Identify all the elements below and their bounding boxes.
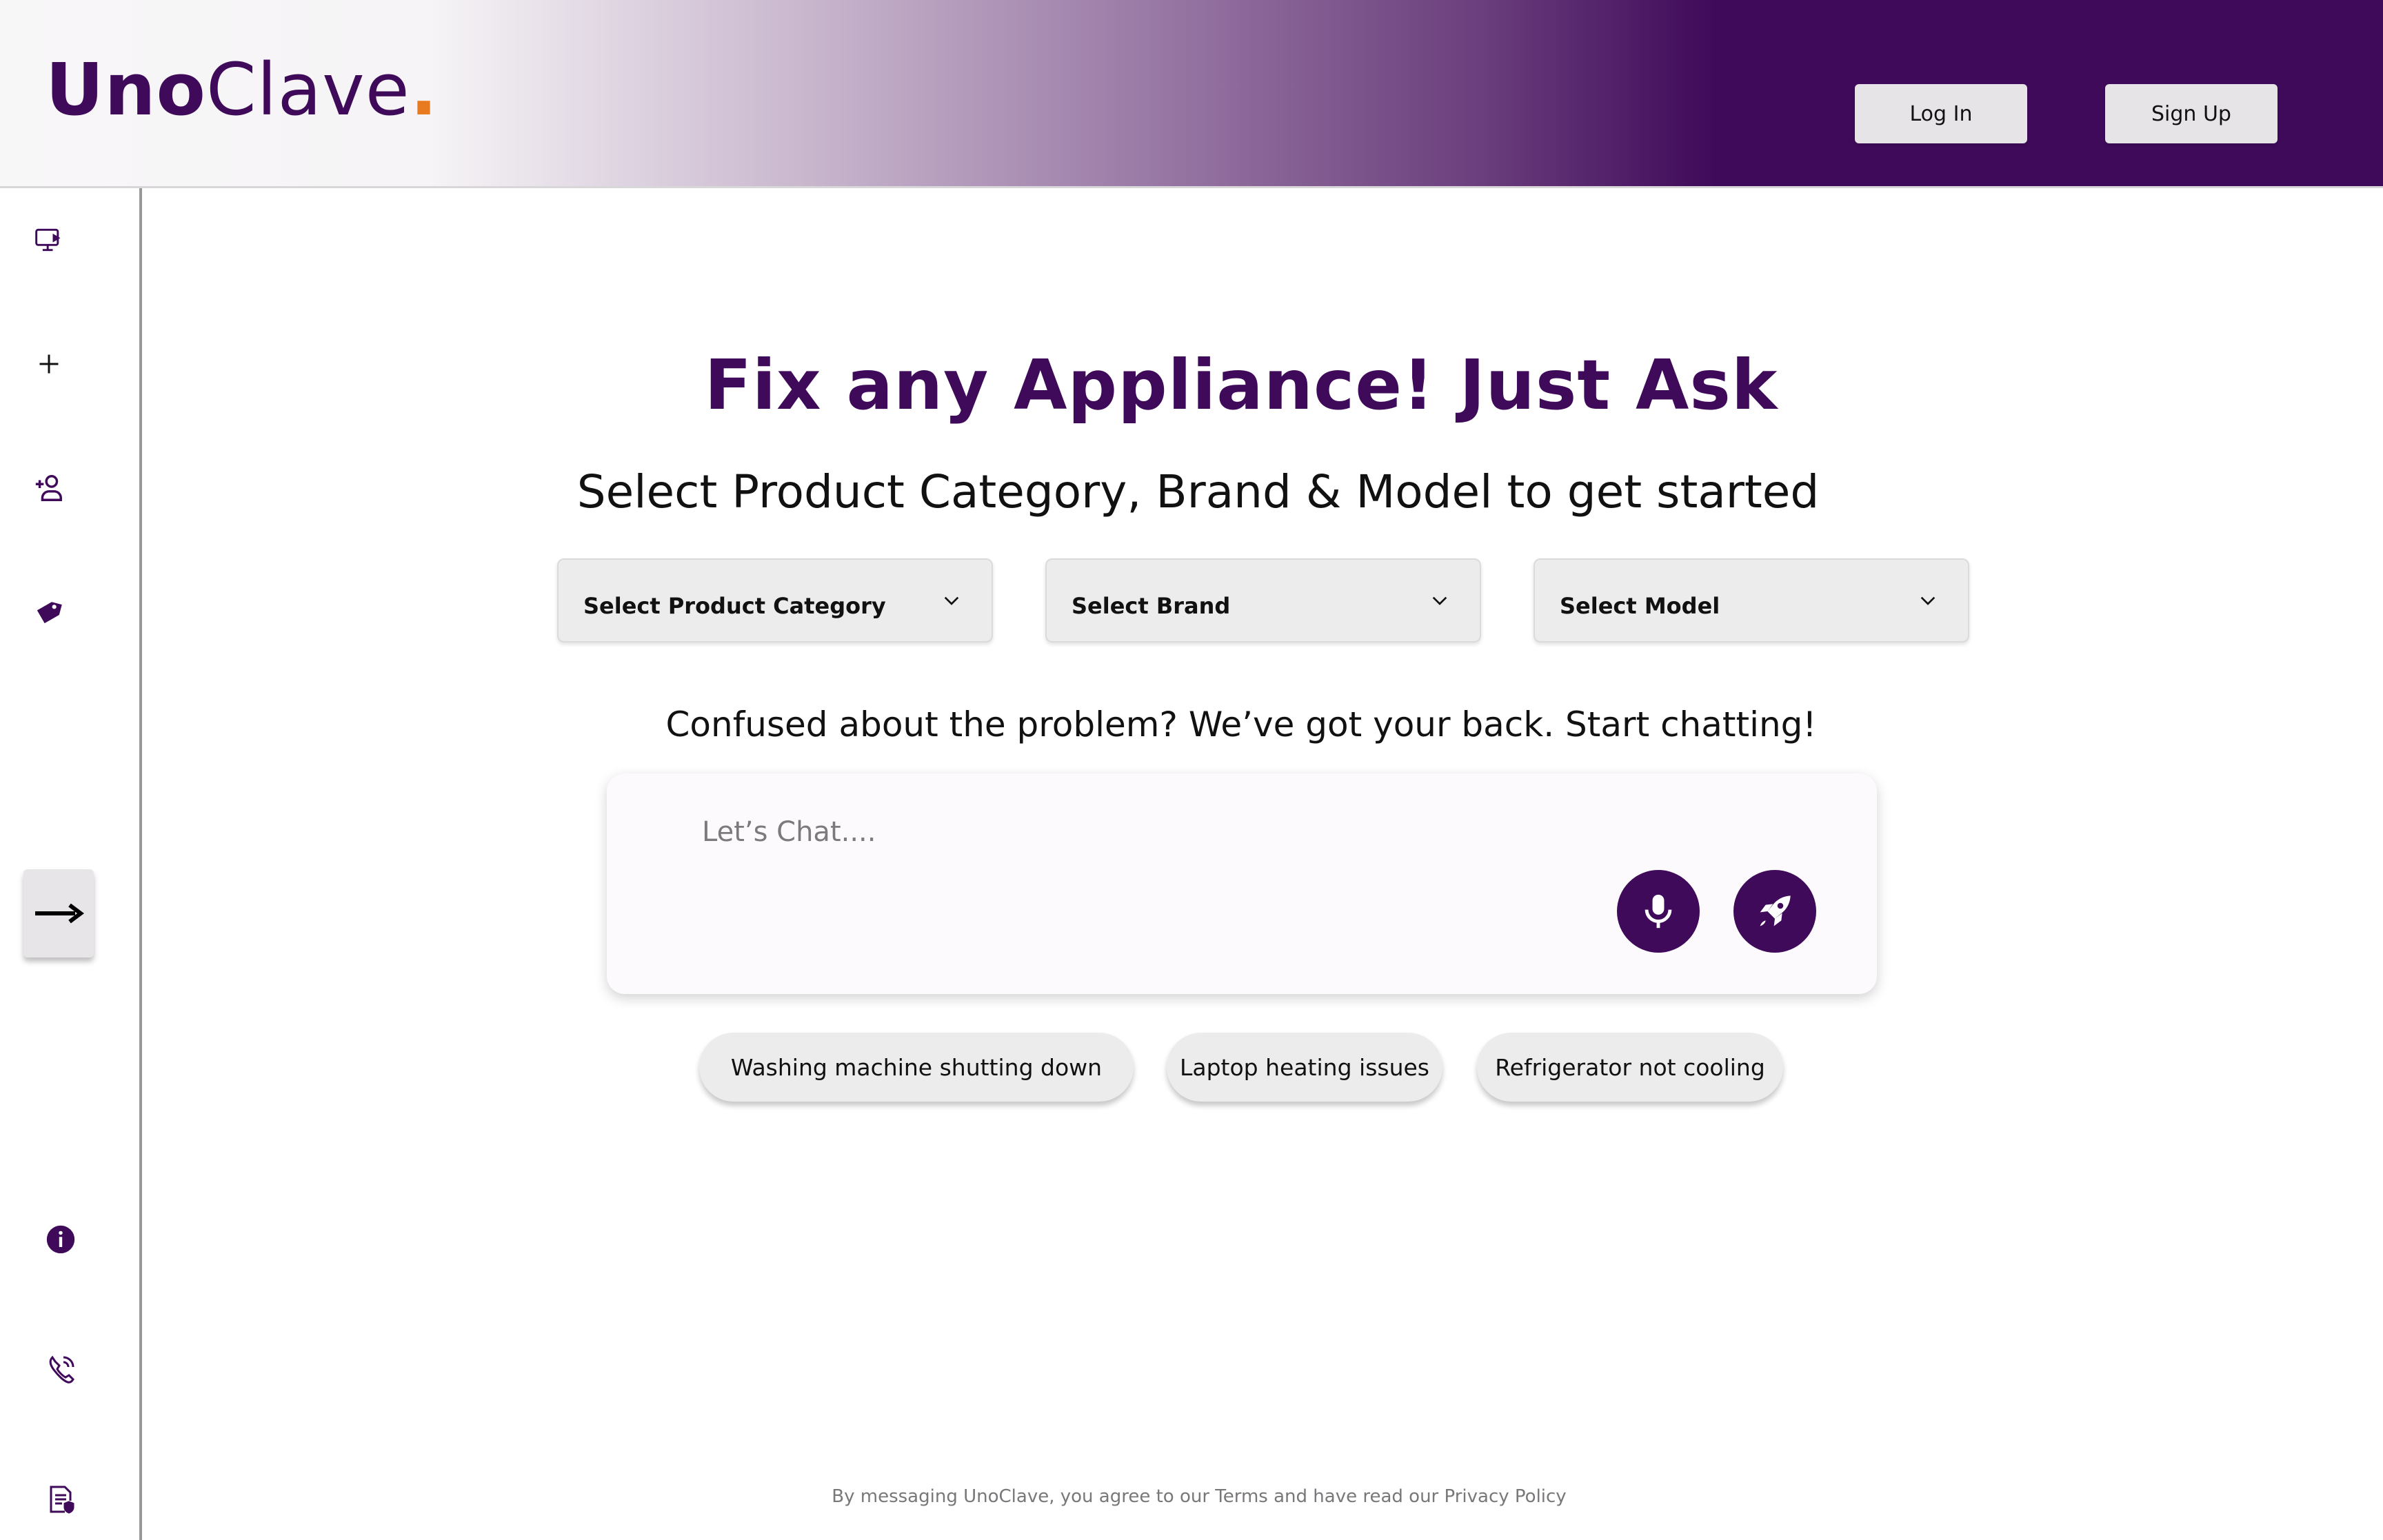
page-title: Fix any Appliance! Just Ask [704, 345, 1778, 425]
product-category-select[interactable]: Select Product Category [557, 558, 993, 642]
signup-button[interactable]: Sign Up [2105, 84, 2278, 143]
model-select[interactable]: Select Model [1534, 558, 1969, 642]
brand-logo[interactable]: UnoClave. [46, 54, 438, 125]
chevron-down-icon [944, 596, 959, 605]
info-icon[interactable] [40, 1219, 81, 1260]
send-button[interactable] [1733, 870, 1816, 953]
brand-select[interactable]: Select Brand [1045, 558, 1481, 642]
chat-box [607, 773, 1877, 994]
logo-text-bold: Uno [46, 48, 206, 132]
footer-disclaimer: By messaging UnoClave, you agree to our … [832, 1486, 1567, 1507]
suggestion-chip[interactable]: Washing machine shutting down [699, 1033, 1134, 1102]
chat-input[interactable] [701, 811, 1531, 853]
logo-dot: . [410, 48, 439, 132]
top-header: UnoClave. Log In Sign Up [0, 0, 2383, 188]
tag-icon[interactable] [28, 591, 70, 633]
monitor-play-icon[interactable] [28, 219, 70, 261]
product-category-select-label: Select Product Category [583, 593, 886, 619]
arrow-right-icon [35, 903, 84, 924]
logo-text-thin: Clave [205, 48, 410, 132]
login-button[interactable]: Log In [1855, 84, 2027, 143]
rocket-icon [1760, 895, 1791, 926]
suggestion-chip[interactable]: Refrigerator not cooling [1477, 1033, 1783, 1102]
brand-select-label: Select Brand [1072, 593, 1231, 619]
microphone-button[interactable] [1617, 870, 1700, 953]
model-select-label: Select Model [1560, 593, 1720, 619]
phone-icon[interactable] [40, 1349, 81, 1390]
microphone-icon [1645, 894, 1672, 929]
expand-sidebar-button[interactable] [23, 869, 94, 958]
page-subtitle: Select Product Category, Brand & Model t… [576, 465, 1820, 518]
suggestion-chip[interactable]: Laptop heating issues [1167, 1033, 1442, 1102]
chat-prompt-text: Confused about the problem? We’ve got yo… [665, 705, 1817, 744]
chevron-down-icon [1920, 596, 1935, 605]
chevron-down-icon [1432, 596, 1447, 605]
